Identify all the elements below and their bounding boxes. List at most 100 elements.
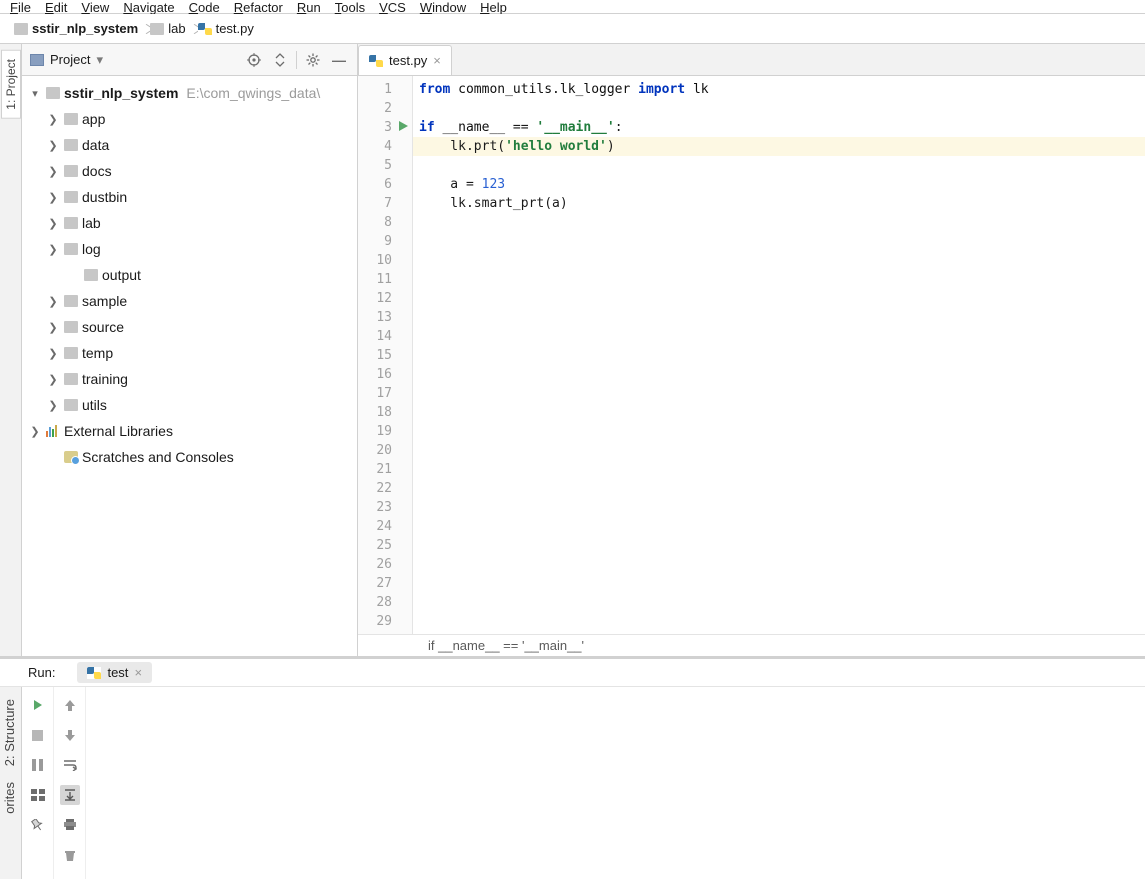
tab-structure[interactable]: 2: Structure: [0, 691, 19, 774]
gutter-line[interactable]: 19: [358, 422, 412, 441]
tab-favorites[interactable]: orites: [0, 774, 19, 822]
gutter-line[interactable]: 24: [358, 517, 412, 536]
tree-item-lab[interactable]: ❯lab: [22, 210, 357, 236]
gutter-line[interactable]: 22: [358, 479, 412, 498]
chevron-right-icon[interactable]: ❯: [46, 373, 60, 386]
gutter-line[interactable]: 7: [358, 194, 412, 213]
menu-help[interactable]: Help: [480, 0, 507, 9]
gutter-line[interactable]: 29: [358, 612, 412, 631]
down-icon[interactable]: [60, 725, 80, 745]
trash-icon[interactable]: [60, 845, 80, 865]
gutter-line[interactable]: 9: [358, 232, 412, 251]
gear-icon[interactable]: [303, 50, 323, 70]
breadcrumb-lab[interactable]: lab: [144, 18, 191, 40]
gutter-line[interactable]: 12: [358, 289, 412, 308]
gutter-line[interactable]: 4: [358, 137, 412, 156]
menu-navigate[interactable]: Navigate: [123, 0, 174, 9]
code-line[interactable]: [419, 99, 1139, 118]
code-line[interactable]: from common_utils.lk_logger import lk: [419, 80, 1139, 99]
chevron-right-icon[interactable]: ❯: [46, 191, 60, 204]
scroll-to-end-icon[interactable]: [60, 785, 80, 805]
close-tab-icon[interactable]: ×: [433, 53, 441, 68]
gutter-line[interactable]: 14: [358, 327, 412, 346]
chevron-down-icon[interactable]: ▾: [28, 87, 42, 100]
run-console-output[interactable]: [86, 687, 1145, 879]
tree-item-temp[interactable]: ❯temp: [22, 340, 357, 366]
tree-item-dustbin[interactable]: ❯dustbin: [22, 184, 357, 210]
tree-item-docs[interactable]: ❯docs: [22, 158, 357, 184]
editor-code[interactable]: from common_utils.lk_logger import lk if…: [413, 76, 1145, 634]
breadcrumb-sstir_nlp_system[interactable]: sstir_nlp_system: [8, 18, 144, 40]
gutter-line[interactable]: 18: [358, 403, 412, 422]
project-tree[interactable]: ▾sstir_nlp_systemE:\com_qwings_data\❯app…: [22, 76, 357, 656]
chevron-right-icon[interactable]: ❯: [46, 139, 60, 152]
menu-edit[interactable]: Edit: [45, 0, 67, 9]
gutter-line[interactable]: 11: [358, 270, 412, 289]
chevron-right-icon[interactable]: ❯: [46, 321, 60, 334]
stop-icon[interactable]: [28, 725, 48, 745]
pin-icon[interactable]: [28, 815, 48, 835]
tree-item-log[interactable]: ❯log: [22, 236, 357, 262]
gutter-line[interactable]: 21: [358, 460, 412, 479]
soft-wrap-icon[interactable]: [60, 755, 80, 775]
layout-icon[interactable]: [28, 785, 48, 805]
tree-item-sample[interactable]: ❯sample: [22, 288, 357, 314]
gutter-line[interactable]: 10: [358, 251, 412, 270]
gutter-line[interactable]: 25: [358, 536, 412, 555]
menu-tools[interactable]: Tools: [335, 0, 365, 9]
tree-item-data[interactable]: ❯data: [22, 132, 357, 158]
tree-item-external-libraries[interactable]: ❯External Libraries: [22, 418, 357, 444]
menu-view[interactable]: View: [81, 0, 109, 9]
code-line[interactable]: lk.smart_prt(a): [419, 194, 1139, 213]
chevron-right-icon[interactable]: ❯: [46, 243, 60, 256]
breadcrumb-test-py[interactable]: test.py: [192, 18, 260, 40]
gutter-line[interactable]: 8: [358, 213, 412, 232]
gutter-line[interactable]: 5: [358, 156, 412, 175]
gutter-line[interactable]: 17: [358, 384, 412, 403]
menu-window[interactable]: Window: [420, 0, 466, 9]
gutter-line[interactable]: 3: [358, 118, 412, 137]
project-view-dropdown[interactable]: ▾: [96, 52, 103, 68]
tree-item-app[interactable]: ❯app: [22, 106, 357, 132]
chevron-right-icon[interactable]: ❯: [46, 347, 60, 360]
gutter-line[interactable]: 20: [358, 441, 412, 460]
gutter-line[interactable]: 1: [358, 80, 412, 99]
tree-item-training[interactable]: ❯training: [22, 366, 357, 392]
tree-item-scratches-and-consoles[interactable]: Scratches and Consoles: [22, 444, 357, 470]
menu-code[interactable]: Code: [189, 0, 220, 9]
gutter-line[interactable]: 26: [358, 555, 412, 574]
hide-panel-icon[interactable]: —: [329, 50, 349, 70]
menu-vcs[interactable]: VCS: [379, 0, 406, 9]
collapse-all-icon[interactable]: [270, 50, 290, 70]
tree-item-output[interactable]: output: [22, 262, 357, 288]
code-line[interactable]: [419, 213, 1139, 232]
gutter-line[interactable]: 23: [358, 498, 412, 517]
menu-run[interactable]: Run: [297, 0, 321, 9]
gutter-line[interactable]: 2: [358, 99, 412, 118]
gutter-line[interactable]: 28: [358, 593, 412, 612]
up-icon[interactable]: [60, 695, 80, 715]
menu-refactor[interactable]: Refactor: [234, 0, 283, 9]
gutter-line[interactable]: 13: [358, 308, 412, 327]
chevron-right-icon[interactable]: ❯: [46, 217, 60, 230]
locate-icon[interactable]: [244, 50, 264, 70]
tree-item-utils[interactable]: ❯utils: [22, 392, 357, 418]
code-line[interactable]: lk.prt('hello world'): [419, 137, 1139, 156]
tab-project[interactable]: 1: Project: [1, 50, 21, 119]
close-icon[interactable]: ×: [134, 665, 142, 680]
chevron-right-icon[interactable]: ❯: [46, 165, 60, 178]
run-tab-test[interactable]: test ×: [77, 662, 152, 683]
editor-gutter[interactable]: 1234567891011121314151617181920212223242…: [358, 76, 413, 634]
menu-file[interactable]: File: [10, 0, 31, 9]
code-line[interactable]: if __name__ == '__main__':: [419, 118, 1139, 137]
print-icon[interactable]: [60, 815, 80, 835]
gutter-line[interactable]: 16: [358, 365, 412, 384]
gutter-line[interactable]: 27: [358, 574, 412, 593]
chevron-right-icon[interactable]: ❯: [46, 295, 60, 308]
pause-icon[interactable]: [28, 755, 48, 775]
chevron-right-icon[interactable]: ❯: [46, 113, 60, 126]
chevron-right-icon[interactable]: ❯: [46, 399, 60, 412]
code-line[interactable]: [419, 156, 1139, 175]
gutter-line[interactable]: 6: [358, 175, 412, 194]
rerun-icon[interactable]: [28, 695, 48, 715]
